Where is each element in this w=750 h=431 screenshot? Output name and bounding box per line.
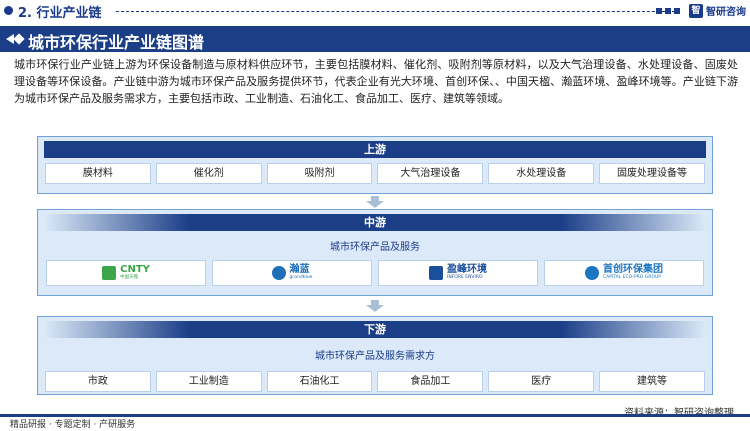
footer: 精品研报 · 专题定制 · 产研服务 bbox=[0, 414, 750, 431]
logo-subname: INFORE ENVIRO bbox=[447, 275, 483, 281]
company-logo-grandblue: 瀚蓝 grandblue bbox=[212, 260, 372, 286]
grandblue-logo-icon bbox=[271, 266, 286, 280]
footer-text: 精品研报 · 专题定制 · 产研服务 bbox=[10, 420, 136, 430]
logo-subname: CAPITAL ECO-PRO GROUP bbox=[603, 275, 661, 281]
upstream-items: 膜材料 催化剂 吸附剂 大气治理设备 水处理设备 固废处理设备等 bbox=[45, 163, 705, 184]
midstream-panel: 中游 城市环保产品及服务 CNTY 中国天楹 瀚蓝 grandblue 盈峰环境… bbox=[37, 209, 713, 296]
logo-name: 瀚蓝 bbox=[289, 264, 310, 276]
downstream-items: 市政 工业制造 石油化工 食品加工 医疗 建筑等 bbox=[45, 371, 705, 392]
cnty-logo-icon bbox=[102, 266, 117, 280]
upstream-item: 固废处理设备等 bbox=[599, 163, 705, 184]
divider-square-icon bbox=[674, 8, 680, 14]
midstream-title: 中游 bbox=[44, 214, 706, 231]
upstream-item: 吸附剂 bbox=[266, 163, 373, 184]
midstream-subtitle: 城市环保产品及服务 bbox=[330, 242, 420, 253]
down-arrow-icon bbox=[366, 300, 384, 312]
divider-square-icon bbox=[656, 8, 662, 14]
logo-name: 盈峰环境 bbox=[447, 264, 487, 276]
brand-name: 智研咨询 bbox=[706, 7, 746, 18]
company-logo-cnty: CNTY 中国天楹 bbox=[46, 260, 206, 286]
downstream-subtitle: 城市环保产品及服务需求方 bbox=[315, 351, 435, 362]
downstream-item: 工业制造 bbox=[155, 371, 262, 392]
upstream-title: 上游 bbox=[44, 141, 706, 158]
upstream-item: 水处理设备 bbox=[488, 163, 595, 184]
diamond-icon bbox=[13, 33, 25, 45]
downstream-item: 石油化工 bbox=[266, 371, 373, 392]
brand-mark-icon: 智 bbox=[689, 3, 703, 18]
upstream-item: 催化剂 bbox=[155, 163, 262, 184]
section-bullet-icon bbox=[4, 6, 13, 15]
infore-logo-icon bbox=[429, 266, 443, 280]
intro-paragraph: 城市环保行业产业链上游为环保设备制造与原材料供应环节，主要包括膜材料、催化剂、吸… bbox=[14, 58, 738, 105]
logo-subname: grandblue bbox=[289, 275, 313, 281]
section-divider bbox=[116, 11, 680, 12]
downstream-item: 市政 bbox=[45, 371, 151, 392]
section-header: 2. 行业产业链 智 智研咨询 bbox=[0, 0, 750, 22]
upstream-item: 大气治理设备 bbox=[377, 163, 484, 184]
divider-square-icon bbox=[665, 8, 671, 14]
title-bar: 城市环保行业产业链图谱 bbox=[0, 26, 750, 52]
downstream-item: 医疗 bbox=[488, 371, 595, 392]
company-logos: CNTY 中国天楹 瀚蓝 grandblue 盈峰环境 INFORE ENVIR… bbox=[46, 260, 704, 286]
down-arrow-icon bbox=[366, 196, 384, 208]
company-logo-capital: 首创环保集团 CAPITAL ECO-PRO GROUP bbox=[544, 260, 704, 286]
page-title: 城市环保行业产业链图谱 bbox=[28, 33, 205, 52]
downstream-item: 食品加工 bbox=[377, 371, 484, 392]
downstream-panel: 下游 城市环保产品及服务需求方 市政 工业制造 石油化工 食品加工 医疗 建筑等 bbox=[37, 316, 713, 395]
capital-logo-icon bbox=[585, 266, 599, 280]
brand-logo: 智 智研咨询 bbox=[689, 3, 746, 18]
logo-subname: 中国天楹 bbox=[120, 275, 139, 281]
downstream-title: 下游 bbox=[44, 321, 706, 338]
downstream-item: 建筑等 bbox=[599, 371, 705, 392]
logo-name: CNTY bbox=[120, 264, 150, 276]
upstream-item: 膜材料 bbox=[45, 163, 151, 184]
company-logo-infore: 盈峰环境 INFORE ENVIRO bbox=[378, 260, 538, 286]
section-title: 2. 行业产业链 bbox=[18, 6, 102, 21]
logo-name: 首创环保集团 bbox=[603, 264, 663, 276]
upstream-panel: 上游 膜材料 催化剂 吸附剂 大气治理设备 水处理设备 固废处理设备等 bbox=[37, 136, 713, 194]
